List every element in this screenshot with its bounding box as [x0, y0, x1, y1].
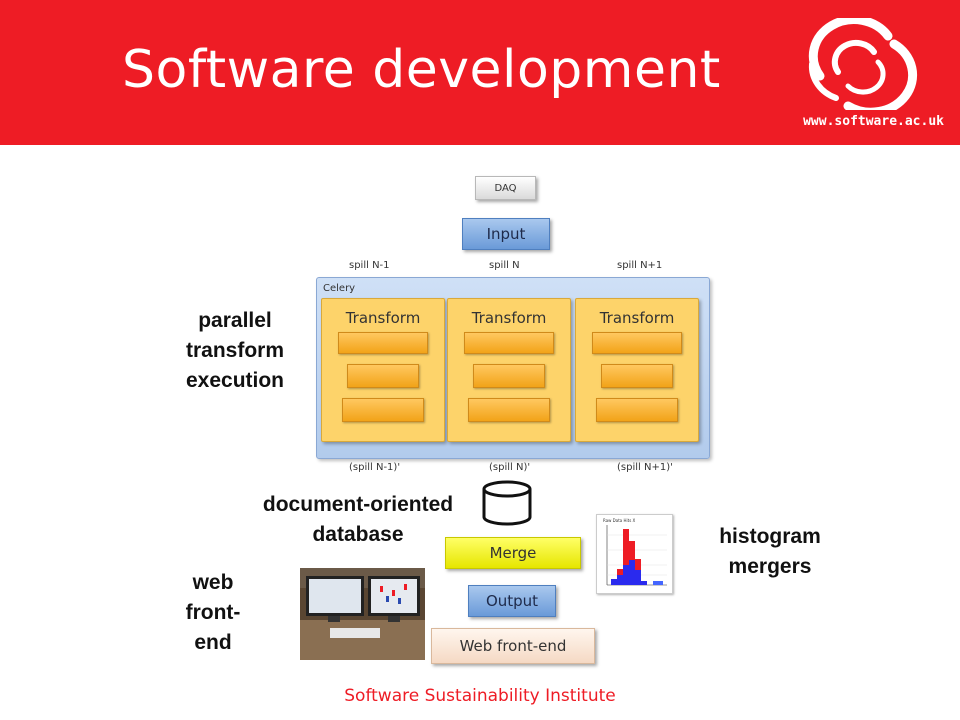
label-line: histogram	[719, 525, 821, 548]
label-line: execution	[185, 369, 285, 392]
label-line: end	[194, 631, 232, 654]
input-box: Input	[462, 218, 550, 250]
transform-label: Transform	[599, 309, 675, 327]
histogram-title: Raw Data Hits X	[603, 518, 636, 523]
label-line: web	[192, 571, 234, 594]
transform-step-bar	[596, 398, 678, 422]
celery-container: Celery Transform Transform Transform	[316, 277, 710, 459]
web-frontend-label: web front- end	[168, 568, 258, 658]
histogram-mergers-label: histogram mergers	[692, 522, 848, 582]
transform-label: Transform	[345, 309, 421, 327]
footer-text: Software Sustainability Institute	[344, 686, 616, 706]
web-frontend-photo	[300, 568, 425, 660]
spill-output-label-n-plus-1: (spill N+1)'	[617, 462, 673, 473]
transform-step-bar	[464, 332, 554, 354]
transform-step-bar	[473, 364, 545, 388]
slide-title: Software development	[122, 40, 721, 100]
label-line: mergers	[728, 555, 812, 578]
label-line: parallel	[198, 309, 272, 332]
ssi-logo-icon	[808, 18, 918, 110]
daq-box: DAQ	[475, 176, 536, 200]
spill-label-n-plus-1: spill N+1	[617, 260, 663, 271]
website-url[interactable]: www.software.ac.uk	[803, 114, 944, 129]
spill-output-label-n: (spill N)'	[489, 462, 531, 473]
web-frontend-box: Web front-end	[431, 628, 595, 664]
transform-node-2: Transform	[447, 298, 571, 442]
label-line: document-oriented	[262, 493, 454, 516]
parallel-transform-label: parallel transform execution	[160, 306, 310, 396]
transform-label: Transform	[471, 309, 547, 327]
header-banner: Software development www.software.ac.uk	[0, 0, 960, 145]
spill-label-n-minus-1: spill N-1	[349, 260, 390, 271]
transform-step-bar	[592, 332, 682, 354]
label-line: transform	[185, 339, 285, 362]
transform-step-bar	[601, 364, 673, 388]
transform-node-1: Transform	[321, 298, 445, 442]
transform-node-3: Transform	[575, 298, 699, 442]
transform-step-bar	[468, 398, 550, 422]
histogram-thumbnail: Raw Data Hits X	[596, 514, 673, 594]
label-line: database	[312, 523, 404, 546]
document-database-label: document-oriented database	[236, 490, 480, 550]
transform-step-bar	[347, 364, 419, 388]
transform-step-bar	[342, 398, 424, 422]
output-box: Output	[468, 585, 556, 617]
database-cylinder-icon	[482, 480, 532, 526]
spill-output-label-n-minus-1: (spill N-1)'	[349, 462, 401, 473]
label-line: front-	[185, 601, 241, 624]
transform-step-bar	[338, 332, 428, 354]
celery-label: Celery	[323, 283, 356, 294]
spill-label-n: spill N	[489, 260, 520, 271]
